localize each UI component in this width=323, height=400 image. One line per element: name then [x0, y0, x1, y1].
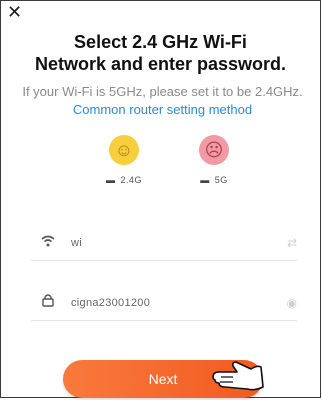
router-setting-link[interactable]: Common router setting method: [73, 102, 252, 117]
band-options: ☺ ▬ 2.4G ☹ ▬ 5G: [1, 135, 320, 189]
close-icon[interactable]: ✕: [7, 3, 22, 21]
hand-pointer-icon: [212, 361, 264, 391]
wifi-password-field[interactable]: cigna23001200 ◉: [31, 285, 297, 321]
screen-frame: ✕ Select 2.4 GHz Wi-Fi Network and enter…: [0, 0, 321, 398]
subtitle: If your Wi-Fi is 5GHz, please set it to …: [11, 83, 314, 119]
option-2g4: ☺ ▬ 2.4G: [97, 135, 151, 185]
title-line-1: Select 2.4 GHz Wi-Fi: [74, 32, 247, 52]
lock-icon: [31, 293, 61, 312]
top-bar: ✕: [1, 1, 320, 27]
router-icon: ▬: [105, 175, 116, 185]
option-5g: ☹ ▬ 5G: [187, 135, 241, 185]
wifi-icon: [31, 234, 61, 252]
happy-face-icon: ☺: [109, 135, 139, 165]
sad-face-icon: ☹: [199, 135, 229, 165]
title-line-2: Network and enter password.: [34, 54, 287, 74]
password-input[interactable]: cigna23001200: [61, 297, 271, 309]
next-button-label: Next: [148, 371, 178, 387]
band-label-2g4: ▬ 2.4G: [105, 175, 143, 185]
ssid-input[interactable]: wi: [61, 237, 271, 249]
page-title: Select 2.4 GHz Wi-Fi Network and enter p…: [1, 31, 320, 75]
router-icon: ▬: [200, 175, 210, 185]
band-label-5g: ▬ 5G: [200, 175, 228, 185]
switch-arrows-icon[interactable]: ⇄: [271, 236, 297, 250]
subtitle-text: If your Wi-Fi is 5GHz, please set it to …: [22, 84, 303, 99]
eye-icon[interactable]: ◉: [271, 296, 297, 310]
wifi-ssid-field[interactable]: wi ⇄: [31, 225, 297, 261]
